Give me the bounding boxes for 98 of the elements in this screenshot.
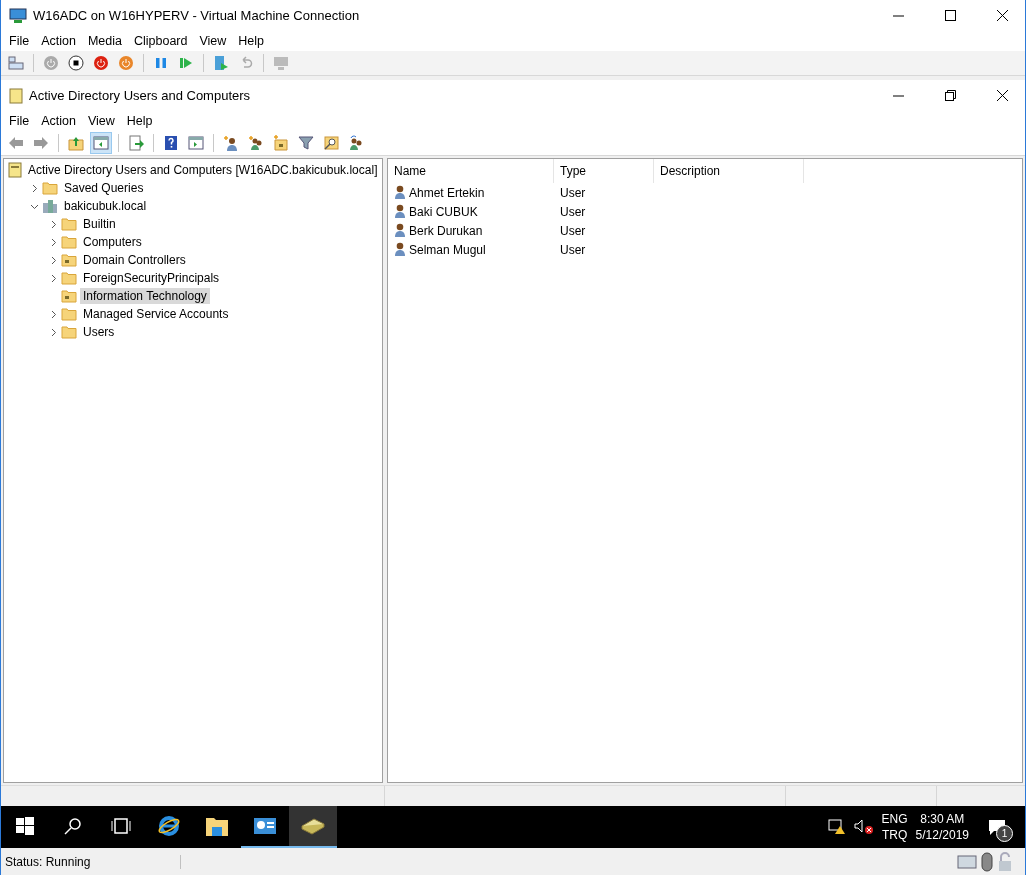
table-cell: User bbox=[560, 242, 586, 257]
task-view-icon bbox=[110, 818, 132, 834]
menu-item[interactable]: Action bbox=[35, 114, 82, 128]
dashboard-icon bbox=[253, 816, 277, 836]
back-arrow-icon bbox=[8, 136, 24, 150]
keyboard-icon bbox=[8, 56, 24, 70]
notification-count: 1 bbox=[996, 825, 1013, 842]
menu-item[interactable]: Media bbox=[81, 34, 128, 48]
power-icon bbox=[118, 55, 134, 71]
menu-item[interactable]: File bbox=[3, 114, 36, 128]
network-warning-icon[interactable] bbox=[827, 819, 846, 835]
tree-item[interactable]: Builtin bbox=[80, 216, 119, 232]
folder-icon bbox=[61, 271, 77, 285]
chevron-right-icon[interactable] bbox=[30, 183, 39, 193]
console-book-icon bbox=[8, 162, 22, 178]
menu-item[interactable]: View bbox=[81, 114, 121, 128]
keyboard-layout[interactable]: TRQ bbox=[881, 828, 908, 842]
close-icon bbox=[996, 90, 1008, 101]
add-to-group-icon bbox=[348, 135, 364, 151]
menu-item[interactable]: Clipboard bbox=[127, 34, 194, 48]
folder-icon bbox=[61, 235, 77, 249]
power-icon bbox=[43, 55, 59, 71]
table-cell[interactable]: Selman Mugul bbox=[409, 242, 486, 257]
table-cell: User bbox=[560, 204, 586, 219]
menu-item[interactable]: View bbox=[193, 34, 233, 48]
folder-up-icon bbox=[68, 135, 84, 151]
find-icon bbox=[323, 135, 339, 151]
table-cell: User bbox=[560, 223, 586, 238]
power-icon bbox=[93, 55, 109, 71]
user-icon bbox=[394, 223, 407, 238]
clock-time[interactable]: 8:30 AM bbox=[920, 812, 965, 826]
browser-icon bbox=[157, 814, 181, 838]
column-header[interactable]: Type bbox=[554, 159, 654, 183]
folder-icon bbox=[61, 325, 77, 339]
play-icon bbox=[179, 56, 193, 70]
monitor-icon bbox=[273, 55, 289, 71]
pause-icon bbox=[154, 56, 168, 70]
tree-item[interactable]: bakicubuk.local bbox=[61, 198, 150, 214]
maximize-icon bbox=[944, 10, 956, 21]
close-icon bbox=[996, 10, 1008, 21]
organizational-unit-icon bbox=[61, 289, 77, 303]
menu-item[interactable]: Help bbox=[120, 114, 159, 128]
menu-item[interactable]: File bbox=[3, 34, 36, 48]
tree-item[interactable]: Information Technology bbox=[80, 288, 210, 304]
user-icon bbox=[394, 242, 407, 257]
speaker-muted-icon[interactable] bbox=[853, 819, 874, 835]
window-title: Active Directory Users and Computers bbox=[29, 88, 252, 103]
windows-logo-icon bbox=[16, 817, 34, 835]
tree-item[interactable]: Domain Controllers bbox=[80, 252, 189, 268]
directory-book-icon bbox=[300, 816, 326, 836]
folder-icon bbox=[42, 181, 58, 195]
notifications-button[interactable]: 1 bbox=[977, 807, 1017, 847]
tree-item[interactable]: Users bbox=[80, 324, 118, 340]
column-header[interactable]: Name bbox=[388, 159, 554, 183]
export-list-icon bbox=[128, 135, 144, 151]
checkpoint-icon bbox=[213, 55, 229, 71]
new-group-icon bbox=[248, 135, 264, 151]
column-header[interactable]: Description bbox=[654, 159, 804, 183]
tree-item[interactable]: Managed Service Accounts bbox=[80, 306, 232, 322]
table-cell[interactable]: Berk Durukan bbox=[409, 223, 483, 238]
keyboard-icon bbox=[957, 854, 977, 869]
undo-icon bbox=[239, 56, 253, 70]
mouse-icon bbox=[981, 851, 993, 872]
folder-icon bbox=[61, 217, 77, 231]
padlock-icon bbox=[997, 851, 1013, 872]
tree-item[interactable]: ForeignSecurityPrincipals bbox=[80, 270, 223, 286]
folder-icon bbox=[205, 815, 229, 837]
filter-icon bbox=[298, 135, 314, 151]
console-book-icon bbox=[9, 87, 23, 104]
search-icon bbox=[64, 817, 82, 835]
tree-item[interactable]: Saved Queries bbox=[61, 180, 147, 196]
tree-item[interactable]: Computers bbox=[80, 234, 145, 250]
stop-icon bbox=[68, 55, 84, 71]
table-cell: User bbox=[560, 185, 586, 200]
new-folder-icon bbox=[273, 135, 289, 151]
organizational-unit-icon bbox=[61, 253, 77, 267]
window-title: W16ADC on W16HYPERV - Virtual Machine Connection bbox=[33, 8, 361, 23]
console-tree-icon bbox=[93, 136, 109, 150]
menu-item[interactable]: Help bbox=[232, 34, 271, 48]
virtual-machine-icon bbox=[9, 7, 27, 24]
help-icon bbox=[164, 135, 178, 151]
user-icon bbox=[394, 204, 407, 219]
language-indicator[interactable]: ENG bbox=[881, 812, 908, 826]
user-icon bbox=[394, 185, 407, 200]
table-cell[interactable]: Ahmet Ertekin bbox=[409, 185, 485, 200]
status-text: Status: Running bbox=[1, 854, 181, 869]
forward-arrow-icon bbox=[33, 136, 49, 150]
domain-icon bbox=[42, 198, 58, 214]
taskbar-app-button[interactable] bbox=[289, 806, 337, 848]
new-user-icon bbox=[223, 135, 239, 151]
table-cell[interactable]: Baki CUBUK bbox=[409, 204, 478, 219]
clock-date[interactable]: 5/12/2019 bbox=[915, 828, 969, 842]
folder-icon bbox=[61, 307, 77, 321]
restore-icon bbox=[944, 90, 956, 101]
menu-item[interactable]: Action bbox=[35, 34, 82, 48]
action-pane-icon bbox=[188, 136, 204, 150]
tree-item[interactable]: Active Directory Users and Computers [W16ADC.bakicubuk.local] bbox=[25, 162, 381, 178]
toolbar-button[interactable] bbox=[65, 52, 87, 74]
